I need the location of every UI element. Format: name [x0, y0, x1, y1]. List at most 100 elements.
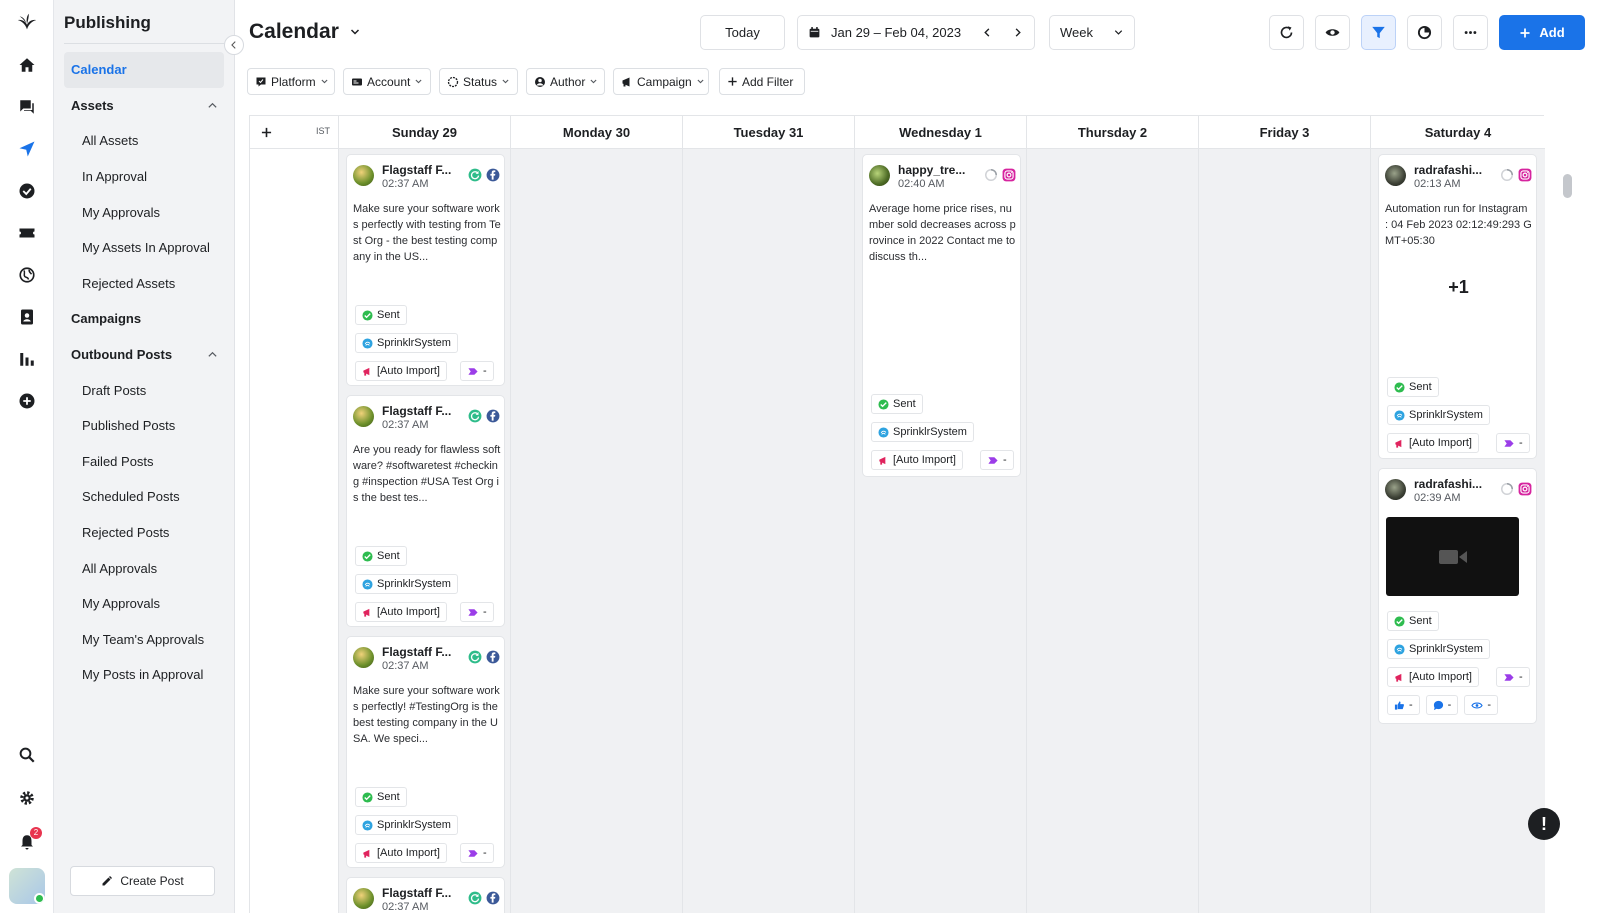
plus-circle-icon[interactable]: [15, 389, 39, 413]
campaign-chip[interactable]: [Auto Import]: [355, 602, 447, 622]
view-select[interactable]: Week: [1049, 15, 1135, 50]
author-chip[interactable]: SprinklrSystem: [1387, 405, 1490, 425]
day-column[interactable]: [1198, 149, 1370, 913]
home-icon[interactable]: [15, 53, 39, 77]
day-header-6[interactable]: Saturday 4: [1370, 116, 1545, 149]
campaign-chip[interactable]: [Auto Import]: [1387, 667, 1479, 687]
account-avatar[interactable]: [1385, 479, 1406, 500]
more-options-button[interactable]: [1453, 15, 1488, 50]
sidebar-item-all-approvals[interactable]: All Approvals: [64, 550, 224, 586]
quick-actions-button[interactable]: [1407, 15, 1442, 50]
author-chip[interactable]: SprinklrSystem: [871, 422, 974, 442]
chevron-up-icon[interactable]: [207, 100, 218, 111]
post-card[interactable]: Flagstaff F... 02:37 AM Are you ready for …: [346, 395, 505, 627]
plus-icon[interactable]: [261, 127, 272, 138]
ticket-icon[interactable]: [15, 221, 39, 245]
refresh-button[interactable]: [1269, 15, 1304, 50]
contacts-icon[interactable]: [15, 305, 39, 329]
tag-chip[interactable]: -: [460, 361, 494, 381]
chevron-up-icon[interactable]: [207, 349, 218, 360]
today-button[interactable]: Today: [700, 15, 785, 50]
tag-chip[interactable]: -: [460, 602, 494, 622]
campaign-chip[interactable]: [Auto Import]: [871, 450, 963, 470]
day-column[interactable]: [510, 149, 682, 913]
gear-icon[interactable]: [15, 786, 39, 810]
sidebar-item-rejected-assets[interactable]: Rejected Assets: [64, 266, 224, 302]
chat-icon[interactable]: [15, 95, 39, 119]
bar-chart-icon[interactable]: [15, 347, 39, 371]
campaign-chip[interactable]: [Auto Import]: [355, 843, 447, 863]
account-name[interactable]: Flagstaff F...: [382, 886, 458, 900]
collapse-sidebar-button[interactable]: [224, 35, 244, 55]
day-column[interactable]: [682, 149, 854, 913]
video-thumbnail[interactable]: [1386, 517, 1519, 596]
sidebar-item-scheduled-posts[interactable]: Scheduled Posts: [64, 479, 224, 515]
day-header-2[interactable]: Tuesday 31: [682, 116, 854, 149]
user-avatar[interactable]: [9, 868, 45, 904]
sidebar-item-all-assets[interactable]: All Assets: [64, 123, 224, 159]
author-chip[interactable]: SprinklrSystem: [355, 333, 458, 353]
post-card[interactable]: Flagstaff F... 02:37 AM: [346, 877, 505, 913]
calendar-scrollbar[interactable]: [1563, 174, 1572, 198]
tag-chip[interactable]: -: [1496, 667, 1530, 687]
next-week-button[interactable]: [1005, 20, 1030, 45]
logo-icon[interactable]: [15, 10, 39, 34]
account-name[interactable]: Flagstaff F...: [382, 163, 458, 177]
sidebar-item-my-approvals[interactable]: My Approvals: [64, 194, 224, 230]
sidebar-item-failed-posts[interactable]: Failed Posts: [64, 444, 224, 480]
bell-icon[interactable]: 2: [15, 827, 42, 854]
sidebar-item-published-posts[interactable]: Published Posts: [64, 408, 224, 444]
more-posts-count[interactable]: +1: [1379, 277, 1536, 298]
add-filter-button[interactable]: Add Filter: [719, 68, 805, 95]
account-avatar[interactable]: [353, 165, 374, 186]
filter-campaign[interactable]: Campaign: [613, 68, 709, 95]
account-avatar[interactable]: [353, 647, 374, 668]
chevron-down-icon[interactable]: [349, 26, 361, 38]
search-icon[interactable]: [15, 743, 39, 767]
filter-platform[interactable]: Platform: [247, 68, 335, 95]
sidebar-item-my-assets-in-approval[interactable]: My Assets In Approval: [64, 230, 224, 266]
preview-button[interactable]: [1315, 15, 1350, 50]
day-header-0[interactable]: Sunday 29: [338, 116, 510, 149]
sidebar-item-outbound-posts[interactable]: Outbound Posts: [64, 337, 224, 373]
send-icon[interactable]: [15, 137, 39, 161]
tag-chip[interactable]: -: [980, 450, 1014, 470]
post-card[interactable]: Flagstaff F... 02:37 AM Make sure your sof…: [346, 154, 505, 386]
sidebar-item-in-approval[interactable]: In Approval: [64, 159, 224, 195]
filter-toggle-button[interactable]: [1361, 15, 1396, 50]
account-avatar[interactable]: [353, 406, 374, 427]
account-name[interactable]: Flagstaff F...: [382, 645, 458, 659]
previous-week-button[interactable]: [975, 20, 1000, 45]
sidebar-item-my-team-s-approvals[interactable]: My Team's Approvals: [64, 622, 224, 658]
filter-author[interactable]: Author: [526, 68, 605, 95]
day-header-4[interactable]: Thursday 2: [1026, 116, 1198, 149]
tag-chip[interactable]: -: [1496, 433, 1530, 453]
account-name[interactable]: Flagstaff F...: [382, 404, 458, 418]
campaign-chip[interactable]: [Auto Import]: [1387, 433, 1479, 453]
tag-chip[interactable]: -: [460, 843, 494, 863]
author-chip[interactable]: SprinklrSystem: [1387, 639, 1490, 659]
day-header-5[interactable]: Friday 3: [1198, 116, 1370, 149]
sidebar-item-my-posts-in-approval[interactable]: My Posts in Approval: [64, 657, 224, 693]
post-card[interactable]: happy_tre... 02:40 AM Average home price r…: [862, 154, 1021, 477]
post-card[interactable]: radrafashi... 02:39 AM Sent SprinklrSystem […: [1378, 468, 1537, 724]
account-name[interactable]: happy_tre...: [898, 163, 974, 177]
account-name[interactable]: radrafashi...: [1414, 477, 1490, 491]
day-header-1[interactable]: Monday 30: [510, 116, 682, 149]
day-header-3[interactable]: Wednesday 1: [854, 116, 1026, 149]
campaign-chip[interactable]: [Auto Import]: [355, 361, 447, 381]
add-button[interactable]: Add: [1499, 15, 1585, 50]
check-icon[interactable]: [15, 179, 39, 203]
filter-account[interactable]: Account: [343, 68, 431, 95]
post-card[interactable]: radrafashi... 02:13 AM Automation run for …: [1378, 154, 1537, 459]
help-button[interactable]: !: [1528, 808, 1560, 840]
sidebar-item-rejected-posts[interactable]: Rejected Posts: [64, 515, 224, 551]
sidebar-item-calendar[interactable]: Calendar: [64, 52, 224, 88]
day-column[interactable]: [1026, 149, 1198, 913]
account-name[interactable]: radrafashi...: [1414, 163, 1490, 177]
account-avatar[interactable]: [869, 165, 890, 186]
sidebar-item-draft-posts[interactable]: Draft Posts: [64, 372, 224, 408]
create-post-button[interactable]: Create Post: [70, 866, 215, 896]
sidebar-item-campaigns[interactable]: Campaigns: [64, 301, 224, 337]
account-avatar[interactable]: [353, 888, 374, 909]
